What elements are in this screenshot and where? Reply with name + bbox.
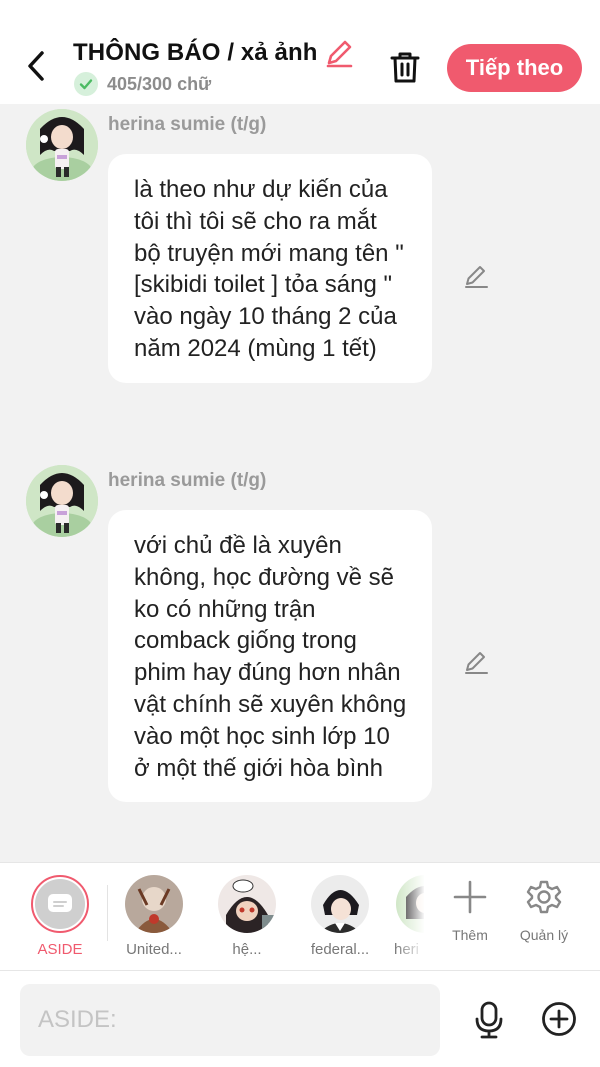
chevron-left-icon [28, 51, 44, 81]
character-label: federal... [310, 941, 370, 958]
pencil-icon [465, 266, 488, 288]
manage-characters-button[interactable]: Quản lý [509, 877, 579, 961]
edit-message-button[interactable] [462, 262, 490, 290]
back-button[interactable] [18, 46, 54, 86]
message-bubble[interactable]: là theo như dự kiến của tôi thì tôi sẽ c… [108, 154, 432, 383]
message-bubble[interactable]: với chủ đề là xuyên không, học đường về … [108, 510, 432, 803]
pencil-icon [465, 652, 488, 674]
voice-button[interactable] [470, 999, 508, 1041]
attach-button[interactable] [540, 1000, 578, 1038]
edit-message-button[interactable] [462, 648, 490, 676]
scroll-fade [395, 863, 425, 969]
page-title: THÔNG BÁO / xả ảnh [73, 39, 318, 66]
edit-title-button[interactable] [324, 38, 354, 68]
add-label: Thêm [452, 927, 488, 943]
character-item[interactable]: federal... [299, 875, 381, 965]
character-bar: ASIDE United... hệ... federal... Thêm Qu… [0, 862, 600, 970]
character-item[interactable]: United... [113, 875, 195, 965]
check-icon [74, 72, 98, 96]
author-name: herina sumie (t/g) [108, 114, 267, 135]
divider [107, 885, 108, 941]
character-label: hệ... [232, 941, 262, 958]
comment-icon [48, 894, 72, 912]
author-avatar[interactable] [26, 109, 98, 181]
author-avatar[interactable] [26, 465, 98, 537]
character-avatar [125, 875, 183, 933]
character-avatar [218, 875, 276, 933]
aside-avatar [31, 875, 89, 933]
microphone-icon [475, 1001, 503, 1039]
word-count-area: 405/300 chữ [74, 72, 211, 96]
character-aside[interactable]: ASIDE [19, 875, 101, 965]
plus-circle-icon [542, 1002, 576, 1036]
add-character-button[interactable]: Thêm [435, 877, 505, 961]
character-avatar [311, 875, 369, 933]
character-label: ASIDE [37, 941, 83, 958]
delete-button[interactable] [385, 46, 425, 88]
next-button[interactable]: Tiếp theo [447, 44, 582, 92]
top-bar: THÔNG BÁO / xả ảnh 405/300 chữ Tiếp theo [0, 0, 600, 104]
pencil-icon [326, 40, 352, 68]
author-name: herina sumie (t/g) [108, 470, 267, 491]
message-input[interactable] [20, 984, 440, 1056]
word-count: 405/300 chữ [107, 73, 212, 94]
message-list[interactable]: herina sumie (t/g) là theo như dự kiến c… [0, 104, 600, 862]
manage-label: Quản lý [519, 927, 569, 943]
trash-icon [390, 52, 420, 83]
character-label: United... [126, 941, 182, 958]
compose-bar [0, 970, 600, 1067]
plus-icon [450, 877, 490, 917]
character-item[interactable]: hệ... [206, 875, 288, 965]
title-area: THÔNG BÁO / xả ảnh [73, 38, 354, 68]
gear-icon [524, 877, 564, 917]
